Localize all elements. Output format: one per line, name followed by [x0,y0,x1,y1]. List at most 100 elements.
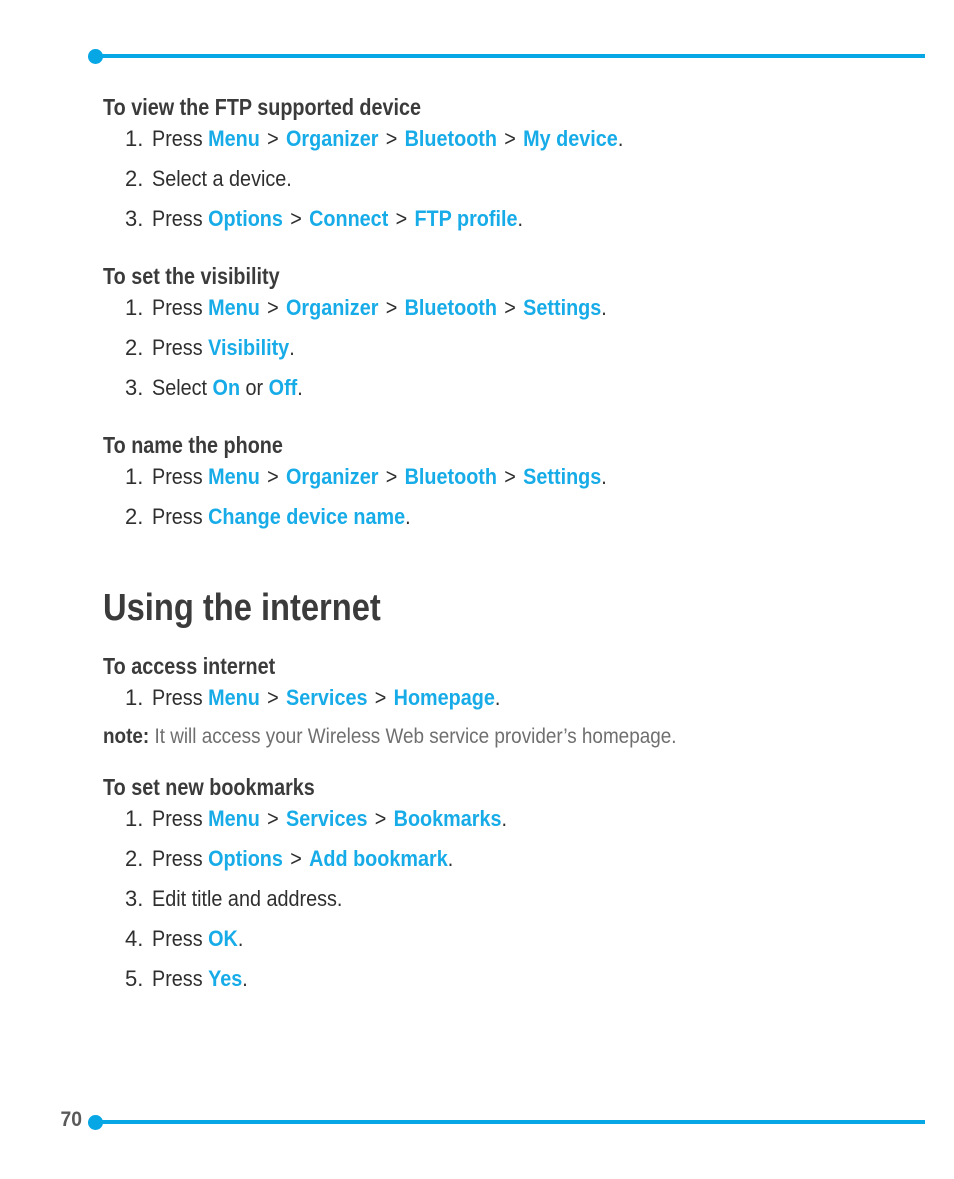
menu-path-token[interactable]: Options [208,846,283,871]
step-text-fragment: Select [152,375,213,400]
step-text-fragment: . [617,126,624,151]
step-instruction: Press Menu > Organizer > Bluetooth > Set… [152,288,607,328]
step-text-fragment: . [601,295,607,320]
step-text-fragment: Press [152,295,209,320]
step-number: 1. [125,464,144,489]
section-heading: To access internet [103,655,913,678]
step-item: 5. Press Yes. [103,959,913,999]
step-instruction: Press Menu > Services > Homepage. [152,678,500,718]
path-separator-icon: > [261,806,285,831]
step-number: 3. [125,375,144,400]
step-text-fragment: Press [152,335,209,360]
step-number: 2. [125,335,144,360]
menu-path-token[interactable]: Menu [208,295,260,320]
menu-path-token[interactable]: Menu [208,464,260,489]
menu-path-token[interactable]: Change device name [208,504,405,529]
menu-path-token[interactable]: Bluetooth [405,464,497,489]
menu-path-token[interactable]: Bookmarks [394,806,502,831]
menu-path-token[interactable]: Organizer [286,126,378,151]
menu-path-token[interactable]: Menu [208,126,260,151]
menu-path-token[interactable]: FTP profile [414,206,517,231]
step-instruction: Press Options > Add bookmark. [152,839,453,879]
step-item: 3. Edit title and address. [103,879,913,919]
step-instruction: Press Menu > Organizer > Bluetooth > My … [152,119,623,159]
menu-path-token[interactable]: Organizer [286,464,378,489]
path-separator-icon: > [369,685,392,710]
step-number: 3. [125,886,144,911]
step-text-fragment: . [289,335,295,360]
path-separator-icon: > [284,206,308,231]
step-instruction: Press Change device name. [152,497,411,537]
path-separator-icon: > [369,806,392,831]
path-separator-icon: > [261,295,285,320]
step-text-fragment: or [240,375,269,400]
step-item: 1. Press Menu > Organizer > Bluetooth > S… [103,457,913,497]
step-number: 5. [125,966,144,991]
chapter-heading-text: Using the internet [103,587,381,629]
manual-page: { "page": { "number": "70", "accent_colo… [0,0,954,1179]
step-text-fragment: . [297,375,303,400]
path-separator-icon: > [498,295,522,320]
step-list: 1. Press Menu > Services > Homepage. [103,678,913,718]
menu-path-token[interactable]: Bluetooth [405,295,497,320]
menu-path-token[interactable]: Yes [208,966,242,991]
path-separator-icon: > [261,464,285,489]
step-item: 4. Press OK. [103,919,913,959]
step-instruction: Edit title and address. [152,879,342,919]
step-text-fragment: . [517,206,524,231]
menu-path-token[interactable]: Menu [208,685,260,710]
section-heading: To set new bookmarks [103,776,913,799]
header-rule [95,54,925,58]
menu-path-token[interactable]: Options [208,206,283,231]
menu-path-token[interactable]: Bluetooth [405,126,497,151]
step-item: 2. Press Options > Add bookmark. [103,839,913,879]
step-item: 2. Press Visibility. [103,328,913,368]
step-text-fragment: Press [152,846,209,871]
section-heading: To view the FTP supported device [103,96,913,119]
menu-path-token[interactable]: Visibility [208,335,289,360]
menu-path-token[interactable]: Settings [523,464,601,489]
menu-path-token[interactable]: Organizer [286,295,378,320]
step-item: 1. Press Menu > Organizer > Bluetooth > M… [103,119,913,159]
note-line: note: It will access your Wireless Web s… [103,720,913,754]
step-instruction: Press Menu > Services > Bookmarks. [152,799,507,839]
path-separator-icon: > [261,685,285,710]
step-text-fragment: Press [152,806,209,831]
step-text-fragment: Press [152,926,209,951]
step-text-fragment: . [242,966,248,991]
step-item: 1. Press Menu > Organizer > Bluetooth > S… [103,288,913,328]
menu-path-token[interactable]: On [213,375,241,400]
menu-path-token[interactable]: Connect [309,206,388,231]
menu-path-token[interactable]: Add bookmark [309,846,448,871]
step-item: 2. Select a device. [103,159,913,199]
step-instruction: Press OK. [152,919,243,959]
menu-path-token[interactable]: OK [208,926,238,951]
menu-path-token[interactable]: Services [286,685,367,710]
path-separator-icon: > [498,126,522,151]
page-number: 70 [60,1108,82,1131]
note-body: It will access your Wireless Web service… [149,725,677,748]
step-instruction: Select a device. [152,159,292,199]
step-text-fragment: Edit title and address. [152,886,343,911]
menu-path-token[interactable]: My device [523,126,618,151]
step-item: 3. Select On or Off. [103,368,913,408]
menu-path-token[interactable]: Homepage [394,685,495,710]
chapter-spacer [103,627,913,655]
path-separator-icon: > [284,846,308,871]
menu-path-token[interactable]: Services [286,806,367,831]
menu-path-token[interactable]: Settings [523,295,601,320]
section-heading-text: To set the visibility [103,263,280,289]
path-separator-icon: > [380,295,403,320]
step-list: 1. Press Menu > Organizer > Bluetooth > S… [103,457,913,537]
step-number: 1. [125,126,144,151]
instruction-section: To name the phone 1. Press Menu > Organize… [103,434,913,537]
step-text-fragment: . [447,846,454,871]
step-number: 1. [125,685,144,710]
path-separator-icon: > [498,464,522,489]
step-item: 3. Press Options > Connect > FTP profile. [103,199,913,239]
menu-path-token[interactable]: Off [269,375,298,400]
menu-path-token[interactable]: Menu [208,806,260,831]
